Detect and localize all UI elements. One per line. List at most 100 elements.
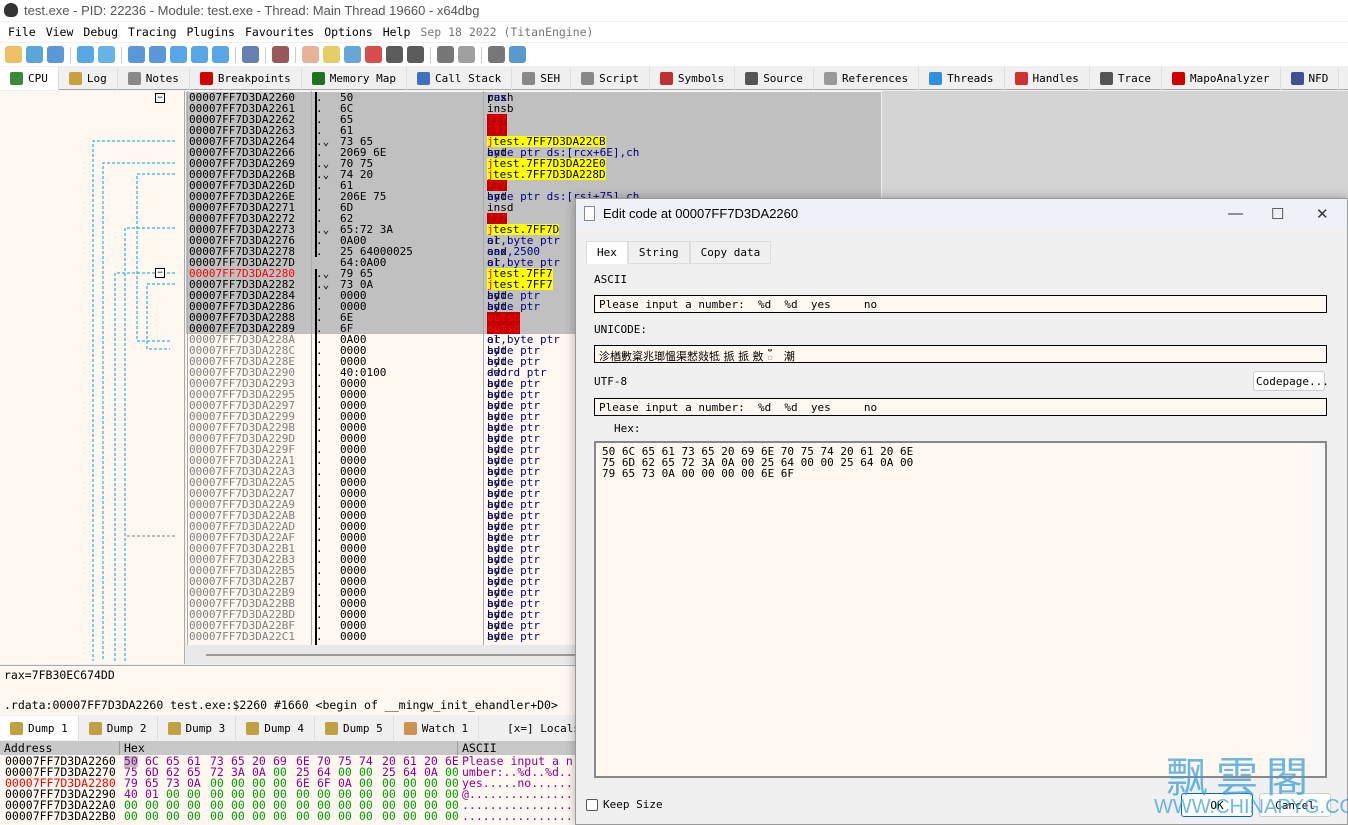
symbols-icon <box>659 72 673 85</box>
run-to-user-code-icon[interactable] <box>242 46 259 63</box>
hex-textarea[interactable]: 50 6C 65 61 73 65 20 69 6E 70 75 74 20 6… <box>594 441 1327 778</box>
dump-byte[interactable]: 00 <box>317 810 331 822</box>
dump-byte[interactable]: 00 <box>296 810 310 822</box>
codepage-button[interactable]: Codepage... <box>1253 371 1329 391</box>
toolbar-separator <box>295 46 296 63</box>
tab-trace[interactable]: Trace <box>1090 67 1163 90</box>
tab-nfd[interactable]: NFD <box>1281 67 1340 90</box>
pause-icon[interactable] <box>98 46 115 63</box>
menu-file[interactable]: File <box>6 22 44 42</box>
menu-debug[interactable]: Debug <box>81 22 126 42</box>
open-icon[interactable] <box>5 46 22 63</box>
tab-string[interactable]: String <box>627 241 690 264</box>
menu-favourites[interactable]: Favourites <box>243 22 322 42</box>
tab-notes[interactable]: Notes <box>118 67 190 90</box>
dump-byte[interactable]: 00 <box>273 810 287 822</box>
tab-hex[interactable]: Hex <box>586 241 628 264</box>
menu-view[interactable]: View <box>44 22 82 42</box>
divider <box>187 91 188 645</box>
dump-byte[interactable]: 00 <box>187 810 201 822</box>
tab-memory-map[interactable]: Memory Map <box>302 67 407 90</box>
calculator-icon[interactable] <box>488 46 505 63</box>
tab-symbols[interactable]: Symbols <box>650 67 736 90</box>
labels-icon[interactable] <box>344 46 361 63</box>
bookmarks-icon[interactable] <box>365 46 382 63</box>
tab-dump-1[interactable]: Dump 1 <box>0 716 79 740</box>
tab-mapoanalyzer[interactable]: MapoAnalyzer <box>1162 67 1281 90</box>
hash-icon[interactable] <box>407 46 424 63</box>
maximize-button[interactable]: ☐ <box>1271 205 1284 223</box>
scylla-icon[interactable] <box>272 46 289 63</box>
tab-seh[interactable]: SEH <box>512 67 572 90</box>
step-into-icon[interactable] <box>128 46 145 63</box>
tab-dump-4[interactable]: Dump 4 <box>236 716 315 740</box>
patch-icon[interactable] <box>302 46 319 63</box>
tab-call-stack[interactable]: Call Stack <box>407 67 513 90</box>
globe-icon[interactable] <box>509 46 526 63</box>
breakpoints-icon <box>199 72 213 85</box>
address-header[interactable]: Address <box>0 741 120 755</box>
dump-byte[interactable]: 00 <box>124 810 138 822</box>
utf8-input[interactable]: Please input a number: %d %d yes no <box>594 398 1327 416</box>
trace-over-icon[interactable] <box>191 46 208 63</box>
dump-byte[interactable]: 00 <box>424 810 438 822</box>
dump-byte[interactable]: 00 <box>338 810 352 822</box>
menu-tracing[interactable]: Tracing <box>126 22 184 42</box>
strings-icon[interactable] <box>437 46 454 63</box>
minimize-button[interactable]: — <box>1228 205 1243 222</box>
tab-threads[interactable]: Threads <box>919 67 1005 90</box>
tab-log[interactable]: Log <box>59 67 118 90</box>
tab-dump-3[interactable]: Dump 3 <box>158 716 237 740</box>
checkbox-box[interactable] <box>586 798 598 811</box>
call-stack-icon <box>416 72 430 85</box>
tab-cpu[interactable]: CPU <box>0 67 59 90</box>
branch-arrows <box>92 140 175 661</box>
dump-byte[interactable]: 00 <box>403 810 417 822</box>
tab-label: Dump 1 <box>28 722 68 735</box>
tab-breakpoints[interactable]: Breakpoints <box>190 67 302 90</box>
dump-byte[interactable]: 00 <box>166 810 180 822</box>
restart-icon[interactable] <box>26 46 43 63</box>
tab-handles[interactable]: Handles <box>1005 67 1090 90</box>
stop-icon[interactable] <box>47 46 64 63</box>
menu-help[interactable]: Help <box>381 22 419 42</box>
collapse-toggle[interactable]: − <box>155 93 165 103</box>
vertical-scrollbar[interactable] <box>1311 443 1325 776</box>
ascii-input[interactable]: Please input a number: %d %d yes no <box>594 295 1327 313</box>
tab-watch-1[interactable]: Watch 1 <box>394 716 480 740</box>
tab-dump-2[interactable]: Dump 2 <box>79 716 158 740</box>
tab-source[interactable]: Source <box>735 67 814 90</box>
collapse-toggle[interactable]: − <box>155 268 165 278</box>
dump-view[interactable]: Address Hex ASCII 00007FF7D3DA2260 50 6C 65… <box>0 741 580 825</box>
device-icon[interactable] <box>458 46 475 63</box>
tab-copy-data[interactable]: Copy data <box>689 241 772 264</box>
hex-label: Hex: <box>614 422 641 435</box>
tab-references[interactable]: References <box>814 67 920 90</box>
trace-into-icon[interactable] <box>170 46 187 63</box>
tab-script[interactable]: Script <box>571 67 650 90</box>
divider <box>483 91 484 645</box>
dump-byte[interactable]: 00 <box>145 810 159 822</box>
unicode-input[interactable]: 沴楢數楶兆瑯慍渠慭敥牴 挀 挀 敫 ఀ 潮 <box>594 345 1327 363</box>
dump-byte[interactable]: 00 <box>382 810 396 822</box>
tab-dump-5[interactable]: Dump 5 <box>315 716 394 740</box>
run-icon[interactable] <box>77 46 94 63</box>
close-button[interactable]: ✕ <box>1316 205 1329 223</box>
comments-icon[interactable] <box>323 46 340 63</box>
ascii-label: ASCII <box>594 273 628 286</box>
dump-byte[interactable]: 00 <box>359 810 373 822</box>
keep-size-checkbox[interactable]: Keep Size <box>586 798 663 811</box>
menu-options[interactable]: Options <box>322 22 380 42</box>
dump-byte[interactable]: 00 <box>210 810 224 822</box>
tab-label: Log <box>86 72 107 85</box>
dialog-tabs: Hex String Copy data <box>586 241 772 264</box>
execute-till-return-icon[interactable] <box>212 46 229 63</box>
step-over-icon[interactable] <box>149 46 166 63</box>
menu-plugins[interactable]: Plugins <box>185 22 243 42</box>
hex-header[interactable]: Hex <box>120 741 458 755</box>
dump-byte[interactable]: 00 <box>231 810 245 822</box>
dump-byte[interactable]: 00 <box>252 810 266 822</box>
dump-byte[interactable]: 00 <box>445 810 459 822</box>
functions-icon[interactable] <box>386 46 403 63</box>
ascii-header[interactable]: ASCII <box>458 741 580 755</box>
